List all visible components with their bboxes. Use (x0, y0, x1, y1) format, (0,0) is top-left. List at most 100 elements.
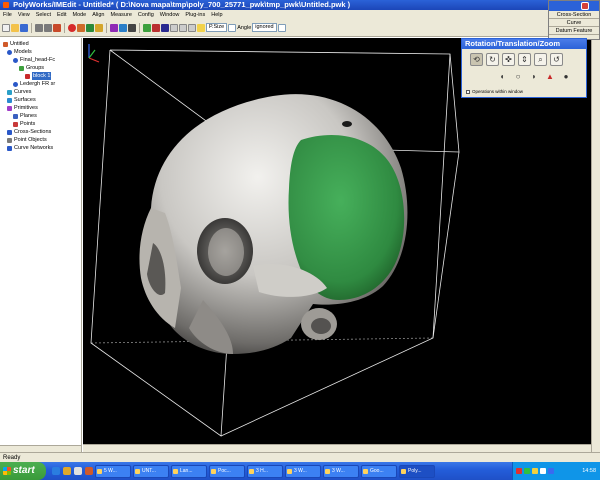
probe-icon[interactable] (161, 23, 169, 32)
main-toolbar: P.Size Angle ignored (0, 19, 548, 37)
dock-item-datum-feature[interactable]: Datum Feature (549, 27, 599, 35)
taskbar-task[interactable]: UNT... (133, 464, 169, 478)
vertical-scrollbar[interactable] (591, 38, 600, 452)
dock-item-curve[interactable]: Curve (549, 19, 599, 27)
rotate-icon[interactable]: ↻ (486, 53, 499, 66)
bulb-icon[interactable] (95, 23, 103, 32)
block-icon (25, 73, 30, 79)
surfaces-icon (7, 97, 12, 103)
menu-help[interactable]: Help (211, 12, 222, 18)
tree-item-planes[interactable]: Planes (13, 112, 37, 120)
taskbar-task[interactable]: Goo... (361, 464, 397, 478)
status-bar: Ready (0, 452, 600, 462)
mouse-middle-icon[interactable]: ○ (513, 71, 523, 83)
taskbar-task[interactable]: 3 H... (247, 464, 283, 478)
menu-mode[interactable]: Mode (72, 12, 86, 18)
tray-icon[interactable] (532, 468, 538, 474)
menu-plugins[interactable]: Plug-ins (185, 12, 205, 18)
open-file-icon[interactable] (11, 23, 19, 32)
chevron-down-icon[interactable] (277, 23, 286, 32)
windows-logo-icon (3, 467, 11, 475)
cut-icon[interactable] (53, 23, 61, 32)
menu-select[interactable]: Select (36, 12, 51, 18)
start-button[interactable]: start (0, 462, 46, 480)
skull-hole (342, 121, 352, 127)
spin-icon[interactable]: ↺ (550, 53, 563, 66)
menu-measure[interactable]: Measure (110, 12, 131, 18)
tree-item-curves[interactable]: Curves (7, 88, 31, 96)
taskbar-task[interactable]: Lan... (171, 464, 207, 478)
tree-item-primitives[interactable]: Primitives (7, 104, 38, 112)
menu-align[interactable]: Align (92, 12, 104, 18)
tray-icon[interactable] (548, 468, 554, 474)
tray-icon[interactable] (524, 468, 530, 474)
tree-icon[interactable] (86, 23, 94, 32)
mouse-both-icon[interactable]: ● (561, 71, 571, 83)
window-title: PolyWorks/IMEdit - Untitled* ( D:\Nova m… (13, 0, 351, 9)
tray-icon[interactable] (540, 468, 546, 474)
tree-item-label: Final_head-Fc (20, 57, 56, 63)
record-icon[interactable] (68, 23, 76, 32)
tree-item-cross-sections[interactable]: Cross-Sections (7, 128, 51, 136)
menu-config[interactable]: Config (138, 12, 154, 18)
ie-icon[interactable] (52, 467, 60, 475)
operations-within-window-option[interactable]: Operations within window (466, 89, 523, 94)
view-x-icon[interactable] (170, 23, 178, 32)
tree-item-model[interactable]: Final_head-Fc (13, 56, 55, 64)
tree-item-groups[interactable]: Groups (19, 64, 44, 72)
menu-file[interactable]: File (3, 12, 12, 18)
camera-icon[interactable] (128, 23, 136, 32)
mouse-left-icon[interactable]: ◖ (497, 71, 507, 83)
tree-item-label: Untitled (10, 41, 29, 47)
translate-icon[interactable]: ✜ (502, 53, 515, 66)
tree-item-point-objects[interactable]: Point Objects (7, 136, 47, 144)
measure-icon[interactable] (152, 23, 160, 32)
light-icon[interactable] (197, 23, 205, 32)
tree-item-models[interactable]: Models (7, 48, 32, 56)
checkbox[interactable] (466, 89, 470, 94)
menu-view[interactable]: View (18, 12, 30, 18)
tree-item-label: Ledergh FR sr (20, 81, 56, 87)
mesh-icon[interactable] (119, 23, 127, 32)
folder-icon[interactable] (63, 467, 71, 475)
view-z-icon[interactable] (188, 23, 196, 32)
media-icon[interactable] (85, 467, 93, 475)
pencil-icon[interactable] (77, 23, 85, 32)
tray-icon[interactable] (516, 468, 522, 474)
mouse-wheel-icon[interactable]: ▲ (545, 71, 555, 83)
3d-viewport[interactable] (83, 38, 591, 452)
tree-item-root[interactable]: Untitled (3, 40, 29, 48)
view-y-icon[interactable] (179, 23, 187, 32)
close-icon[interactable] (581, 2, 589, 10)
menu-edit[interactable]: Edit (57, 12, 66, 18)
redo-icon[interactable] (44, 23, 52, 32)
taskbar-task-active[interactable]: Poly... (399, 464, 435, 478)
tree-item-points[interactable]: Points (13, 120, 35, 128)
horizontal-scrollbar[interactable] (83, 444, 591, 452)
tree-item-block[interactable]: block 1 (25, 72, 52, 80)
menu-window[interactable]: Window (160, 12, 180, 18)
tree-item-surfaces[interactable]: Surfaces (7, 96, 36, 104)
color-map-icon[interactable] (110, 23, 118, 32)
mouse-right-icon[interactable]: ◗ (529, 71, 539, 83)
chevron-down-icon[interactable] (228, 23, 237, 32)
tree-item-reference[interactable]: Ledergh FR sr (13, 80, 55, 88)
zoom-icon[interactable]: ⌕ (534, 53, 547, 66)
taskbar-task[interactable]: 3 W... (323, 464, 359, 478)
taskbar-task[interactable]: Poc... (209, 464, 245, 478)
taskbar-task[interactable]: 3 W... (285, 464, 321, 478)
tree-item-curve-networks[interactable]: Curve Networks (7, 144, 53, 152)
select-rotate-icon[interactable]: ⟲ (470, 53, 483, 66)
new-file-icon[interactable] (2, 23, 10, 32)
angle-field[interactable]: ignored (252, 23, 277, 32)
save-icon[interactable] (20, 23, 28, 32)
undo-icon[interactable] (35, 23, 43, 32)
pixel-size-field[interactable]: P.Size (206, 23, 228, 32)
start-label: start (13, 465, 35, 476)
align-icon[interactable] (143, 23, 151, 32)
dock-item-cross-section[interactable]: Cross-Section (549, 11, 599, 19)
translate-zoom-icon[interactable]: ⇕ (518, 53, 531, 66)
desktop-icon[interactable] (74, 467, 82, 475)
taskbar-task[interactable]: 5 W... (95, 464, 131, 478)
tree-horizontal-scrollbar[interactable] (0, 445, 81, 452)
